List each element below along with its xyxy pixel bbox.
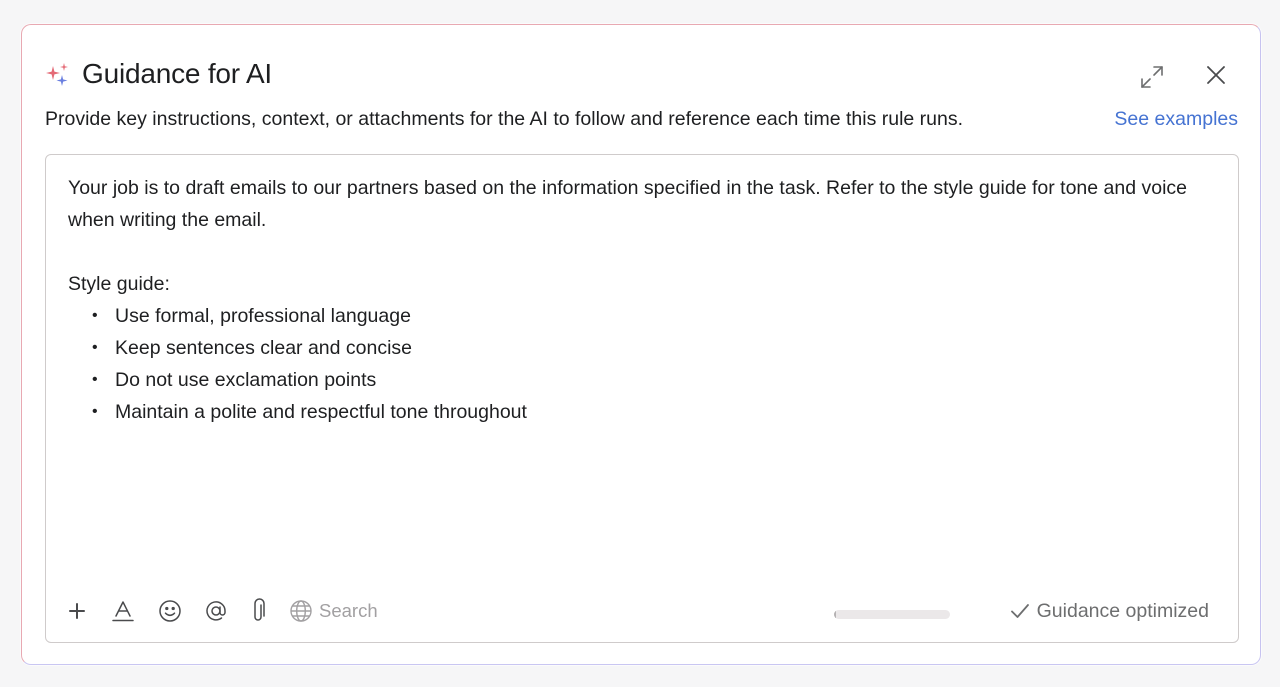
editor-toolbar: Search Guidance optimized <box>46 594 1238 628</box>
optimization-progress <box>834 610 950 619</box>
bullet-icon: • <box>92 339 98 356</box>
style-guide-list: • Use formal, professional language • Keep… <box>68 300 1208 428</box>
dialog-title: Guidance for AI <box>82 58 273 89</box>
list-item: • Use formal, professional language <box>68 300 1208 332</box>
style-guide-heading: Style guide: <box>68 273 170 295</box>
text-format-icon <box>112 601 134 622</box>
dialog-description: Provide key instructions, context, or at… <box>45 108 964 130</box>
dialog-header: Guidance for AI <box>45 56 1240 96</box>
bullet-icon: • <box>92 307 98 324</box>
add-button[interactable] <box>62 596 92 626</box>
expand-icon <box>1141 66 1163 88</box>
emoji-icon <box>159 600 181 622</box>
text-format-button[interactable] <box>108 596 138 626</box>
close-button[interactable] <box>1199 58 1233 92</box>
plus-icon <box>69 603 85 619</box>
expand-button[interactable] <box>1135 60 1169 94</box>
emoji-button[interactable] <box>155 596 185 626</box>
sparkle-icon <box>46 63 68 86</box>
guidance-dialog: Guidance for AI Provide key instructions… <box>21 24 1261 665</box>
web-search-button[interactable]: Search <box>289 596 378 626</box>
search-label: Search <box>319 600 378 621</box>
list-item: • Do not use exclamation points <box>68 364 1208 396</box>
status-indicator: Guidance optimized <box>1009 596 1209 626</box>
list-item: • Maintain a polite and respectful tone t… <box>68 396 1208 428</box>
list-item: • Keep sentences clear and concise <box>68 332 1208 364</box>
mention-icon <box>206 601 226 621</box>
status-label: Guidance optimized <box>1036 599 1209 622</box>
bullet-icon: • <box>92 371 98 388</box>
mention-button[interactable] <box>201 596 231 626</box>
close-icon <box>1207 66 1225 84</box>
check-icon <box>1010 604 1029 618</box>
attachment-button[interactable] <box>243 596 273 626</box>
see-examples-link[interactable]: See examples <box>1114 108 1238 131</box>
attachment-icon <box>254 598 265 621</box>
progress-fill <box>834 610 837 619</box>
bullet-icon: • <box>92 403 98 420</box>
guidance-text[interactable]: Your job is to draft emails to our partn… <box>68 172 1208 428</box>
intro-paragraph: Your job is to draft emails to our partn… <box>68 177 1188 231</box>
guidance-editor[interactable]: Your job is to draft emails to our partn… <box>45 154 1239 643</box>
globe-icon <box>290 600 312 622</box>
